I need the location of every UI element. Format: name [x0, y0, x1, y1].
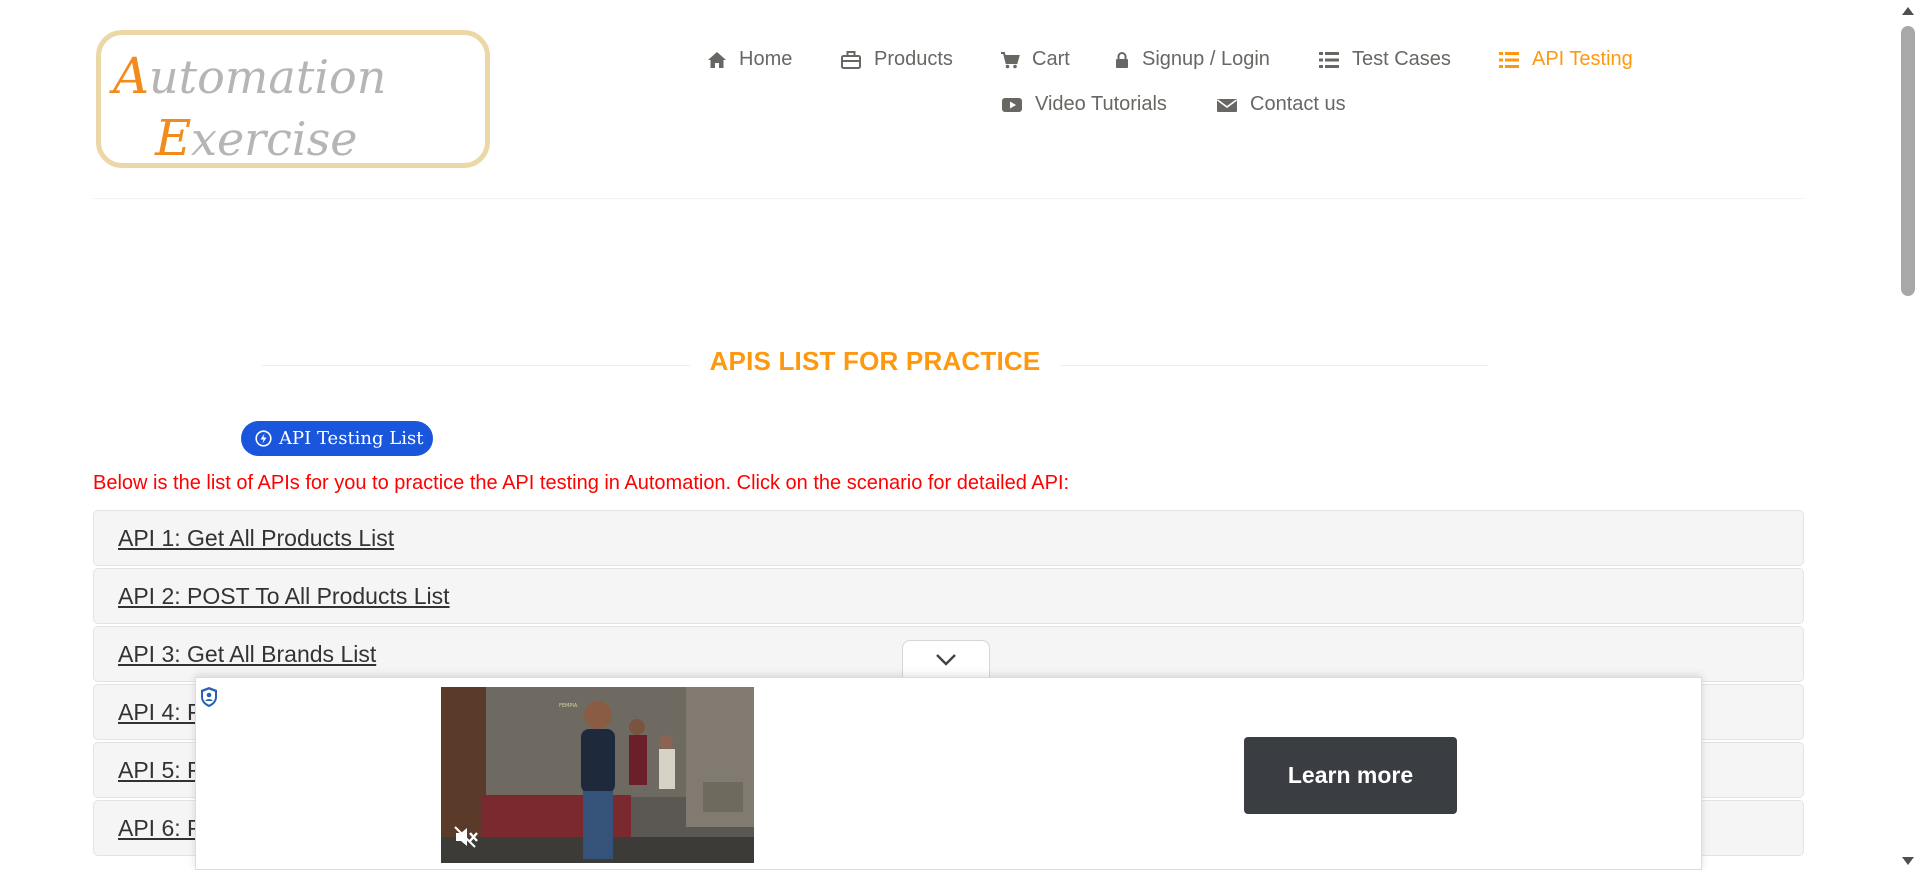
api-link-6[interactable]: API 6: P	[118, 815, 202, 842]
page-title: APIS LIST FOR PRACTICE	[690, 346, 1060, 377]
ad-collapse-tab[interactable]	[902, 640, 990, 678]
api-link-4[interactable]: API 4: P	[118, 699, 202, 726]
api-link-2[interactable]: API 2: POST To All Products List	[118, 583, 450, 610]
nav-api-testing-label: API Testing	[1532, 48, 1633, 70]
scrollbar-thumb[interactable]	[1901, 26, 1915, 296]
mute-icon[interactable]	[453, 825, 479, 849]
api-testing-list-badge[interactable]: API Testing List	[241, 421, 433, 456]
envelope-icon	[1217, 98, 1237, 112]
ad-video[interactable]: FEMPIA	[441, 687, 754, 863]
nav-api-testing[interactable]: API Testing	[1498, 48, 1633, 71]
nav-products-label: Products	[874, 48, 953, 70]
nav-cart[interactable]: Cart	[1000, 48, 1070, 71]
nav-login-label: Signup / Login	[1142, 48, 1270, 70]
svg-text:FEMPIA: FEMPIA	[559, 703, 578, 709]
api-link-5[interactable]: API 5: P	[118, 757, 202, 784]
briefcase-icon	[841, 50, 861, 69]
main-nav: Home Products Cart Signup / Login Test C…	[0, 0, 1920, 200]
list-icon	[1499, 51, 1519, 68]
lock-icon	[1116, 51, 1128, 68]
scroll-down-arrow-icon[interactable]	[1902, 857, 1914, 865]
api-row-1[interactable]: API 1: Get All Products List	[93, 510, 1804, 566]
cart-icon	[1001, 51, 1020, 68]
page-scrollbar[interactable]	[1897, 0, 1920, 870]
home-icon	[708, 51, 726, 68]
nav-contact-label: Contact us	[1250, 93, 1346, 115]
nav-home[interactable]: Home	[707, 48, 792, 71]
api-link-3[interactable]: API 3: Get All Brands List	[118, 641, 376, 668]
learn-more-button[interactable]: Learn more	[1244, 737, 1457, 814]
nav-signup-login[interactable]: Signup / Login	[1114, 48, 1270, 71]
nav-video-tutorials[interactable]: Video Tutorials	[1001, 93, 1167, 116]
api-link-1[interactable]: API 1: Get All Products List	[118, 525, 394, 552]
scroll-up-arrow-icon[interactable]	[1902, 7, 1914, 15]
nav-cart-label: Cart	[1032, 48, 1070, 70]
chevron-down-icon	[936, 653, 956, 666]
ad-banner: FEMPIA Learn more	[195, 677, 1702, 870]
nav-contact-us[interactable]: Contact us	[1216, 93, 1346, 116]
shield-icon[interactable]	[199, 686, 219, 708]
nav-products[interactable]: Products	[840, 48, 953, 71]
list-icon	[1319, 51, 1339, 68]
nav-video-label: Video Tutorials	[1035, 93, 1167, 115]
circle-bolt-icon	[255, 430, 272, 447]
youtube-play-icon	[1002, 97, 1022, 112]
badge-label: API Testing List	[279, 428, 424, 449]
header-divider	[93, 198, 1804, 199]
api-row-2[interactable]: API 2: POST To All Products List	[93, 568, 1804, 624]
nav-test-cases[interactable]: Test Cases	[1318, 48, 1451, 71]
nav-home-label: Home	[739, 48, 793, 70]
intro-text: Below is the list of APIs for you to pra…	[93, 472, 1070, 494]
nav-test-cases-label: Test Cases	[1352, 48, 1451, 70]
